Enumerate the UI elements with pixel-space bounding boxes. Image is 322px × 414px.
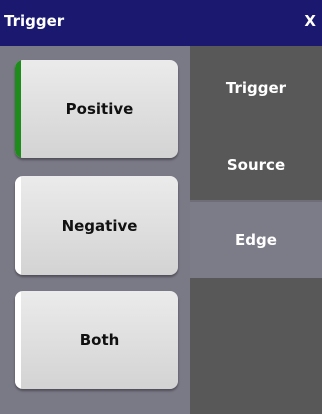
tab-trigger[interactable]: Trigger (190, 46, 322, 130)
positive-edge-button[interactable]: Positive (15, 60, 178, 158)
unselected-indicator (15, 291, 21, 389)
title-bar: Trigger X (0, 0, 322, 46)
both-edges-button[interactable]: Both (15, 291, 178, 389)
positive-edge-label: Positive (65, 100, 134, 118)
trigger-menu-panel: Trigger Source Edge (190, 46, 322, 414)
tab-source-label: Source (226, 156, 286, 174)
tab-edge[interactable]: Edge (190, 202, 322, 278)
selected-indicator (15, 60, 21, 158)
edge-options-panel: Positive Negative Both (0, 46, 190, 414)
window-title: Trigger (4, 12, 65, 30)
tab-source[interactable]: Source (190, 130, 322, 200)
both-edges-label: Both (79, 331, 120, 349)
unselected-indicator (15, 176, 21, 275)
negative-edge-label: Negative (61, 216, 138, 235)
tab-trigger-label: Trigger (225, 79, 287, 97)
close-button[interactable]: X (304, 12, 316, 30)
negative-edge-button[interactable]: Negative (15, 176, 178, 275)
tab-edge-label: Edge (235, 231, 277, 249)
